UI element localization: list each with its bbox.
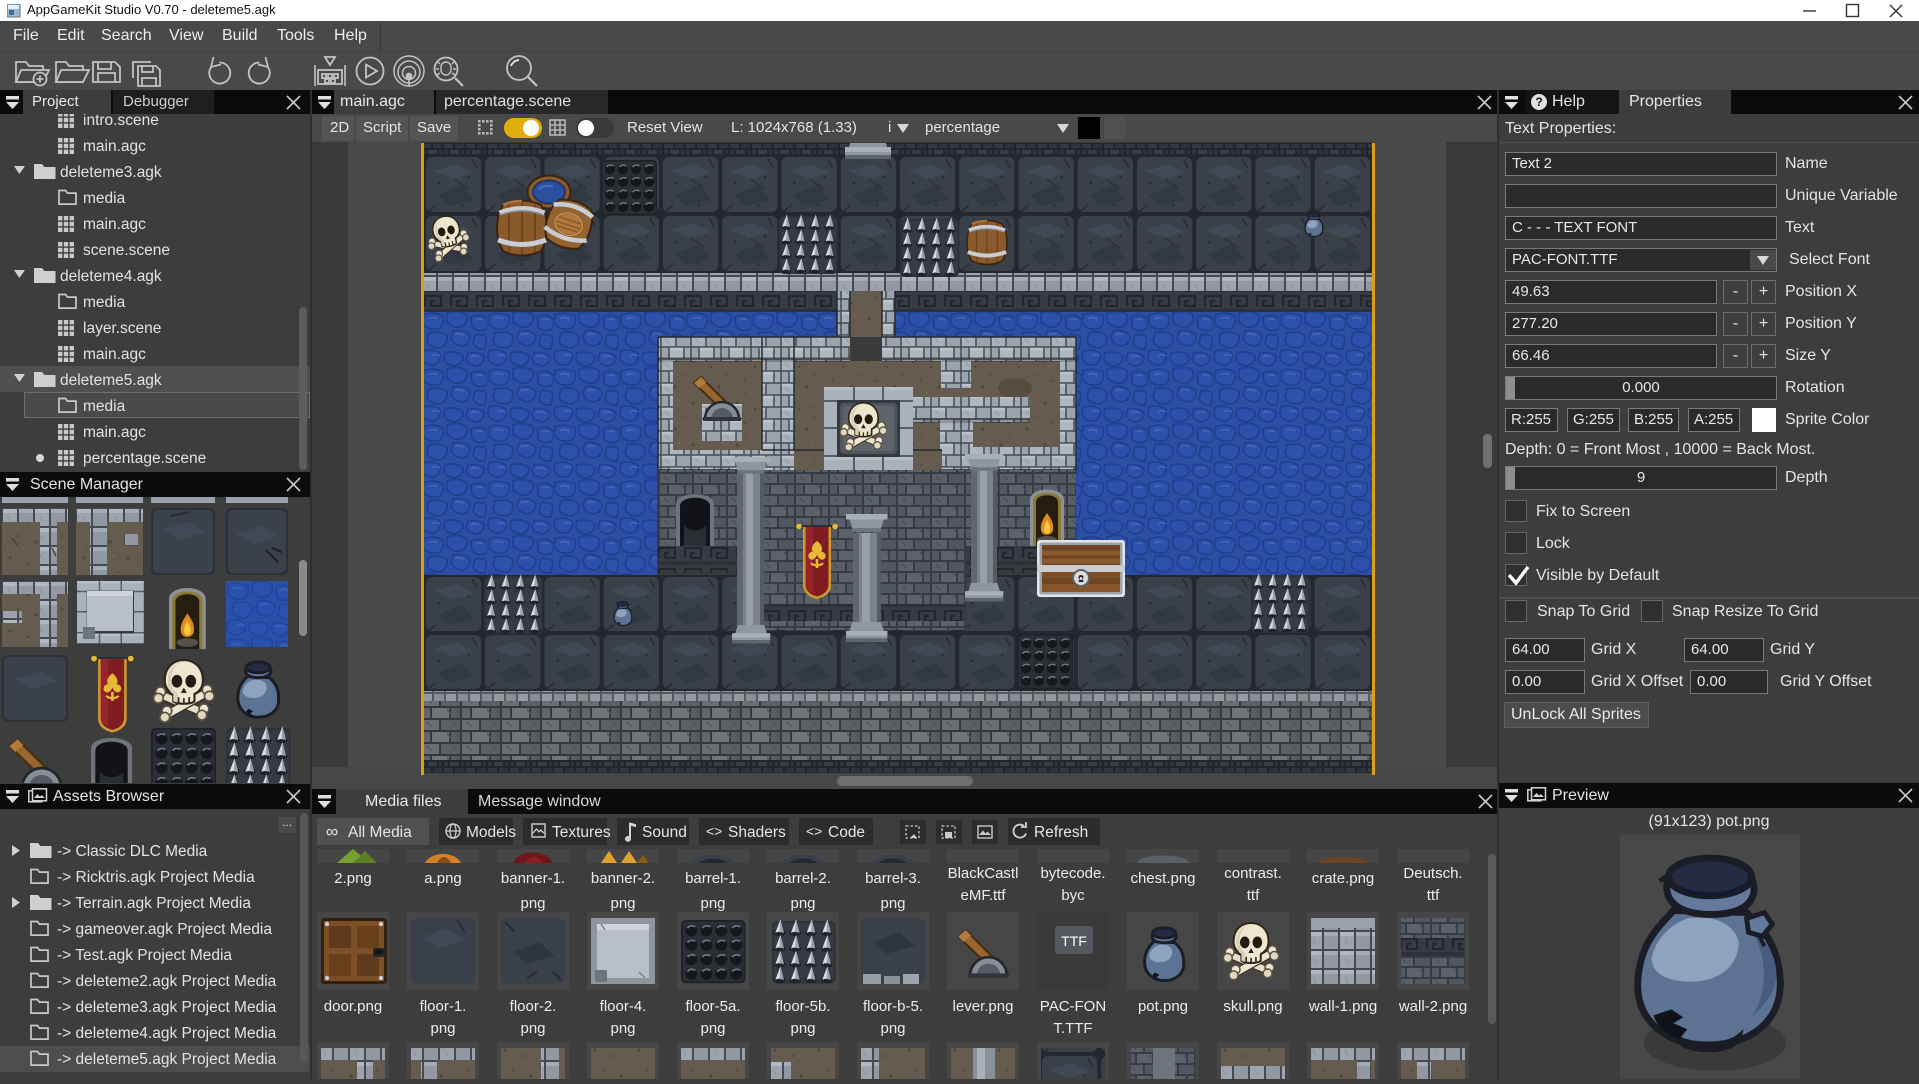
svg-text:floor-4.: floor-4. (600, 998, 647, 1015)
svg-text:layer.scene: layer.scene (83, 320, 161, 337)
svg-text:deleteme3.agk: deleteme3.agk (60, 164, 162, 181)
svg-text:media: media (83, 398, 126, 415)
svg-text:crate.png: crate.png (1312, 870, 1375, 887)
svg-text:banner-1.: banner-1. (501, 870, 565, 887)
svg-text:png: png (610, 895, 635, 912)
svg-text:a.png: a.png (424, 870, 462, 887)
svg-text:png: png (790, 1020, 815, 1037)
svg-text:floor-1.: floor-1. (420, 998, 467, 1015)
svg-text:main.agc: main.agc (83, 216, 146, 233)
svg-text:skull.png: skull.png (1223, 998, 1282, 1015)
svg-text:scene.scene: scene.scene (83, 242, 170, 259)
svg-text:Deutsch.: Deutsch. (1403, 865, 1462, 882)
svg-text:deleteme4.agk: deleteme4.agk (60, 268, 162, 285)
svg-text:intro.scene: intro.scene (83, 114, 159, 129)
svg-text:-> deleteme3.agk Project Media: -> deleteme3.agk Project Media (57, 999, 277, 1016)
svg-text:ttf: ttf (1247, 887, 1260, 904)
svg-text:<>: <> (706, 823, 722, 839)
svg-text:All Media: All Media (348, 824, 412, 841)
svg-text:BlackCastl: BlackCastl (948, 865, 1019, 882)
svg-text:percentage.scene: percentage.scene (83, 450, 206, 467)
svg-text:barrel-3.: barrel-3. (865, 870, 921, 887)
svg-text:wall-1.png: wall-1.png (1308, 998, 1377, 1015)
svg-text:TTF: TTF (1061, 933, 1087, 949)
svg-text:png: png (790, 895, 815, 912)
svg-text:wall-2.png: wall-2.png (1398, 998, 1467, 1015)
svg-text:-> Terrain.agk Project Media: -> Terrain.agk Project Media (57, 895, 251, 912)
svg-text:-> deleteme2.agk Project Media: -> deleteme2.agk Project Media (57, 973, 277, 990)
svg-text:png: png (520, 1020, 545, 1037)
svg-text:lever.png: lever.png (953, 998, 1014, 1015)
svg-text:floor-5b.: floor-5b. (775, 998, 830, 1015)
svg-text:door.png: door.png (324, 998, 382, 1015)
svg-text:-> deleteme5.agk Project Media: -> deleteme5.agk Project Media (57, 1051, 277, 1068)
svg-text:png: png (700, 895, 725, 912)
svg-text:main.agc: main.agc (83, 138, 146, 155)
svg-text:∞: ∞ (326, 822, 338, 841)
svg-text:ttf: ttf (1427, 887, 1440, 904)
svg-text:contrast.: contrast. (1224, 865, 1282, 882)
svg-text:media: media (83, 294, 126, 311)
svg-text:main.agc: main.agc (83, 346, 146, 363)
svg-text:png: png (610, 1020, 635, 1037)
svg-text:floor-5a.: floor-5a. (685, 998, 740, 1015)
svg-text:byc: byc (1061, 887, 1085, 904)
svg-text:-> Test.agk Project Media: -> Test.agk Project Media (57, 947, 232, 964)
svg-text:chest.png: chest.png (1130, 870, 1195, 887)
svg-text:deleteme5.agk: deleteme5.agk (60, 372, 162, 389)
svg-text:Textures: Textures (552, 824, 611, 841)
svg-text:Shaders: Shaders (728, 824, 786, 841)
svg-text:pot.png: pot.png (1138, 998, 1188, 1015)
svg-text:png: png (520, 895, 545, 912)
svg-text:floor-b-5.: floor-b-5. (863, 998, 923, 1015)
svg-text:2.png: 2.png (334, 870, 372, 887)
svg-text:bytecode.: bytecode. (1040, 865, 1105, 882)
svg-text:Refresh: Refresh (1034, 824, 1088, 841)
svg-text:-> Ricktris.agk Project Media: -> Ricktris.agk Project Media (57, 869, 255, 886)
svg-text:Code: Code (828, 824, 865, 841)
svg-text:T.TTF: T.TTF (1053, 1020, 1092, 1037)
svg-text:banner-2.: banner-2. (591, 870, 655, 887)
svg-text:png: png (430, 1020, 455, 1037)
svg-text:<>: <> (806, 823, 822, 839)
svg-text:-> deleteme4.agk Project Media: -> deleteme4.agk Project Media (57, 1025, 277, 1042)
svg-text:png: png (700, 1020, 725, 1037)
svg-text:-> gameover.agk Project Media: -> gameover.agk Project Media (57, 921, 272, 938)
svg-text:main.agc: main.agc (83, 424, 146, 441)
svg-text:floor-2.: floor-2. (510, 998, 557, 1015)
svg-text:png: png (880, 1020, 905, 1037)
svg-text:Sound: Sound (642, 824, 687, 841)
svg-text:Models: Models (466, 824, 516, 841)
svg-text:barrel-2.: barrel-2. (775, 870, 831, 887)
svg-text:barrel-1.: barrel-1. (685, 870, 741, 887)
svg-text:PAC-FON: PAC-FON (1040, 998, 1106, 1015)
svg-text:?: ? (1535, 95, 1542, 109)
svg-text:media: media (83, 190, 126, 207)
svg-text:png: png (880, 895, 905, 912)
svg-text:-> Classic DLC Media: -> Classic DLC Media (57, 843, 208, 860)
svg-text:eMF.ttf: eMF.ttf (960, 887, 1006, 904)
